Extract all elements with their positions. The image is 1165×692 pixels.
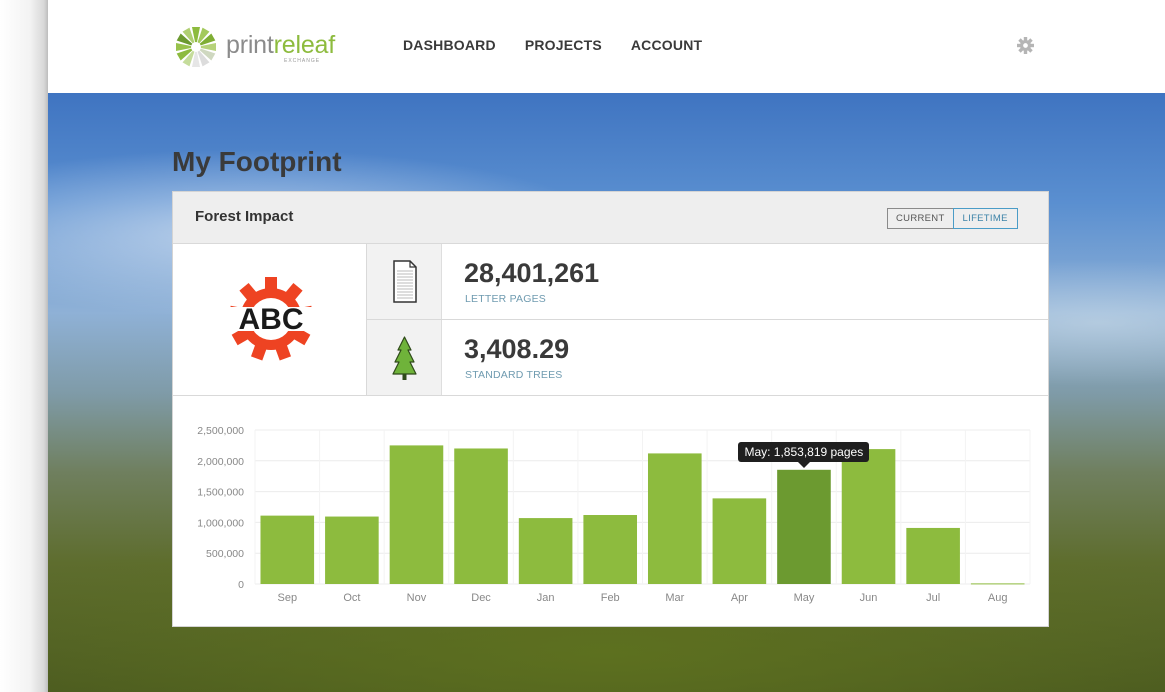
stat-label: LETTER PAGES <box>465 293 546 305</box>
bar-jul[interactable] <box>906 527 960 584</box>
stat-standard-trees: 3,408.29 STANDARD TREES <box>367 320 1048 395</box>
bar-jan[interactable] <box>518 518 573 584</box>
leaf-logo-icon <box>176 27 216 67</box>
x-tick-label: Feb <box>601 592 620 604</box>
brand-tagline: EXCHANGE <box>284 58 321 64</box>
x-tick-label: Oct <box>343 592 360 604</box>
main-nav: DASHBOARD PROJECTS ACCOUNT <box>403 37 702 53</box>
y-tick-label: 500,000 <box>206 548 244 560</box>
stat-icon-cell <box>367 244 442 319</box>
impact-stats: ABC 28,401,261 LETTER PAGES 3,408.29 STA… <box>173 244 1048 396</box>
x-tick-label: Nov <box>407 592 427 604</box>
bar-sep[interactable] <box>260 515 315 584</box>
stat-icon-cell <box>367 320 442 395</box>
client-logo-cell: ABC <box>173 244 367 395</box>
panel-title: Forest Impact <box>195 208 294 225</box>
bar-chart: 2,500,000 2,000,000 1,500,000 1,000,000 500,… <box>197 425 1031 604</box>
panel-header: Forest Impact CURRENT LIFETIME <box>173 192 1048 244</box>
bar-nov[interactable] <box>389 445 444 584</box>
bar-mar[interactable] <box>647 453 702 584</box>
x-tick-label: Aug <box>988 592 1008 604</box>
x-tick-label: Dec <box>471 592 491 604</box>
bar-feb[interactable] <box>583 515 638 584</box>
x-tick-label: Apr <box>731 592 748 604</box>
stat-letter-pages: 28,401,261 LETTER PAGES <box>367 244 1048 320</box>
toggle-lifetime[interactable]: LIFETIME <box>952 208 1018 229</box>
y-tick-label: 1,000,000 <box>197 517 244 529</box>
toggle-current[interactable]: CURRENT <box>888 209 953 228</box>
nav-dashboard[interactable]: DASHBOARD <box>403 37 496 53</box>
page-title: My Footprint <box>172 146 342 177</box>
nav-account[interactable]: ACCOUNT <box>631 37 702 53</box>
page: printreleaf EXCHANGE DASHBOARD PROJECTS … <box>48 0 1165 692</box>
top-navigation: printreleaf EXCHANGE DASHBOARD PROJECTS … <box>48 0 1165 93</box>
y-tick-label: 2,000,000 <box>197 456 244 468</box>
svg-text:ABC: ABC <box>239 303 304 336</box>
x-tick-label: Jun <box>860 592 878 604</box>
period-toggle: CURRENT LIFETIME <box>887 208 1018 229</box>
bar-apr[interactable] <box>712 498 767 584</box>
document-icon <box>393 260 417 303</box>
hero-background: My Footprint Forest Impact CURRENT LIFET… <box>48 93 1165 692</box>
y-tick-label: 1,500,000 <box>197 487 244 499</box>
brand-name: printreleaf <box>226 30 335 59</box>
abc-client-logo: ABC <box>221 277 321 361</box>
x-tick-label: Mar <box>665 592 684 604</box>
bar-aug[interactable] <box>970 583 1025 585</box>
x-tick-label: Jan <box>537 592 555 604</box>
tree-icon <box>392 336 417 380</box>
stat-value: 28,401,261 <box>464 258 600 288</box>
x-tick-label: Sep <box>278 592 298 604</box>
x-tick-label: Jul <box>926 592 940 604</box>
bar-dec[interactable] <box>454 448 508 584</box>
bar-jun[interactable] <box>841 449 896 584</box>
bar-may[interactable] <box>777 469 831 584</box>
y-tick-label: 0 <box>238 579 244 591</box>
y-tick-label: 2,500,000 <box>197 425 244 437</box>
bar-oct[interactable] <box>325 516 379 584</box>
x-tick-label: May <box>794 592 815 604</box>
printreleaf-logo[interactable]: printreleaf EXCHANGE <box>172 22 335 72</box>
nav-projects[interactable]: PROJECTS <box>525 37 602 53</box>
stat-label: STANDARD TREES <box>465 369 563 381</box>
bar-tooltip: May: 1,853,819 pages <box>738 441 870 468</box>
monthly-pages-chart: 2,500,000 2,000,000 1,500,000 1,000,000 500,… <box>173 397 1048 626</box>
window-edge <box>0 0 48 692</box>
forest-impact-panel: Forest Impact CURRENT LIFETIME ABC 28,40… <box>172 191 1049 627</box>
stat-value: 3,408.29 <box>464 334 570 364</box>
settings-gear-icon[interactable] <box>1017 37 1034 54</box>
